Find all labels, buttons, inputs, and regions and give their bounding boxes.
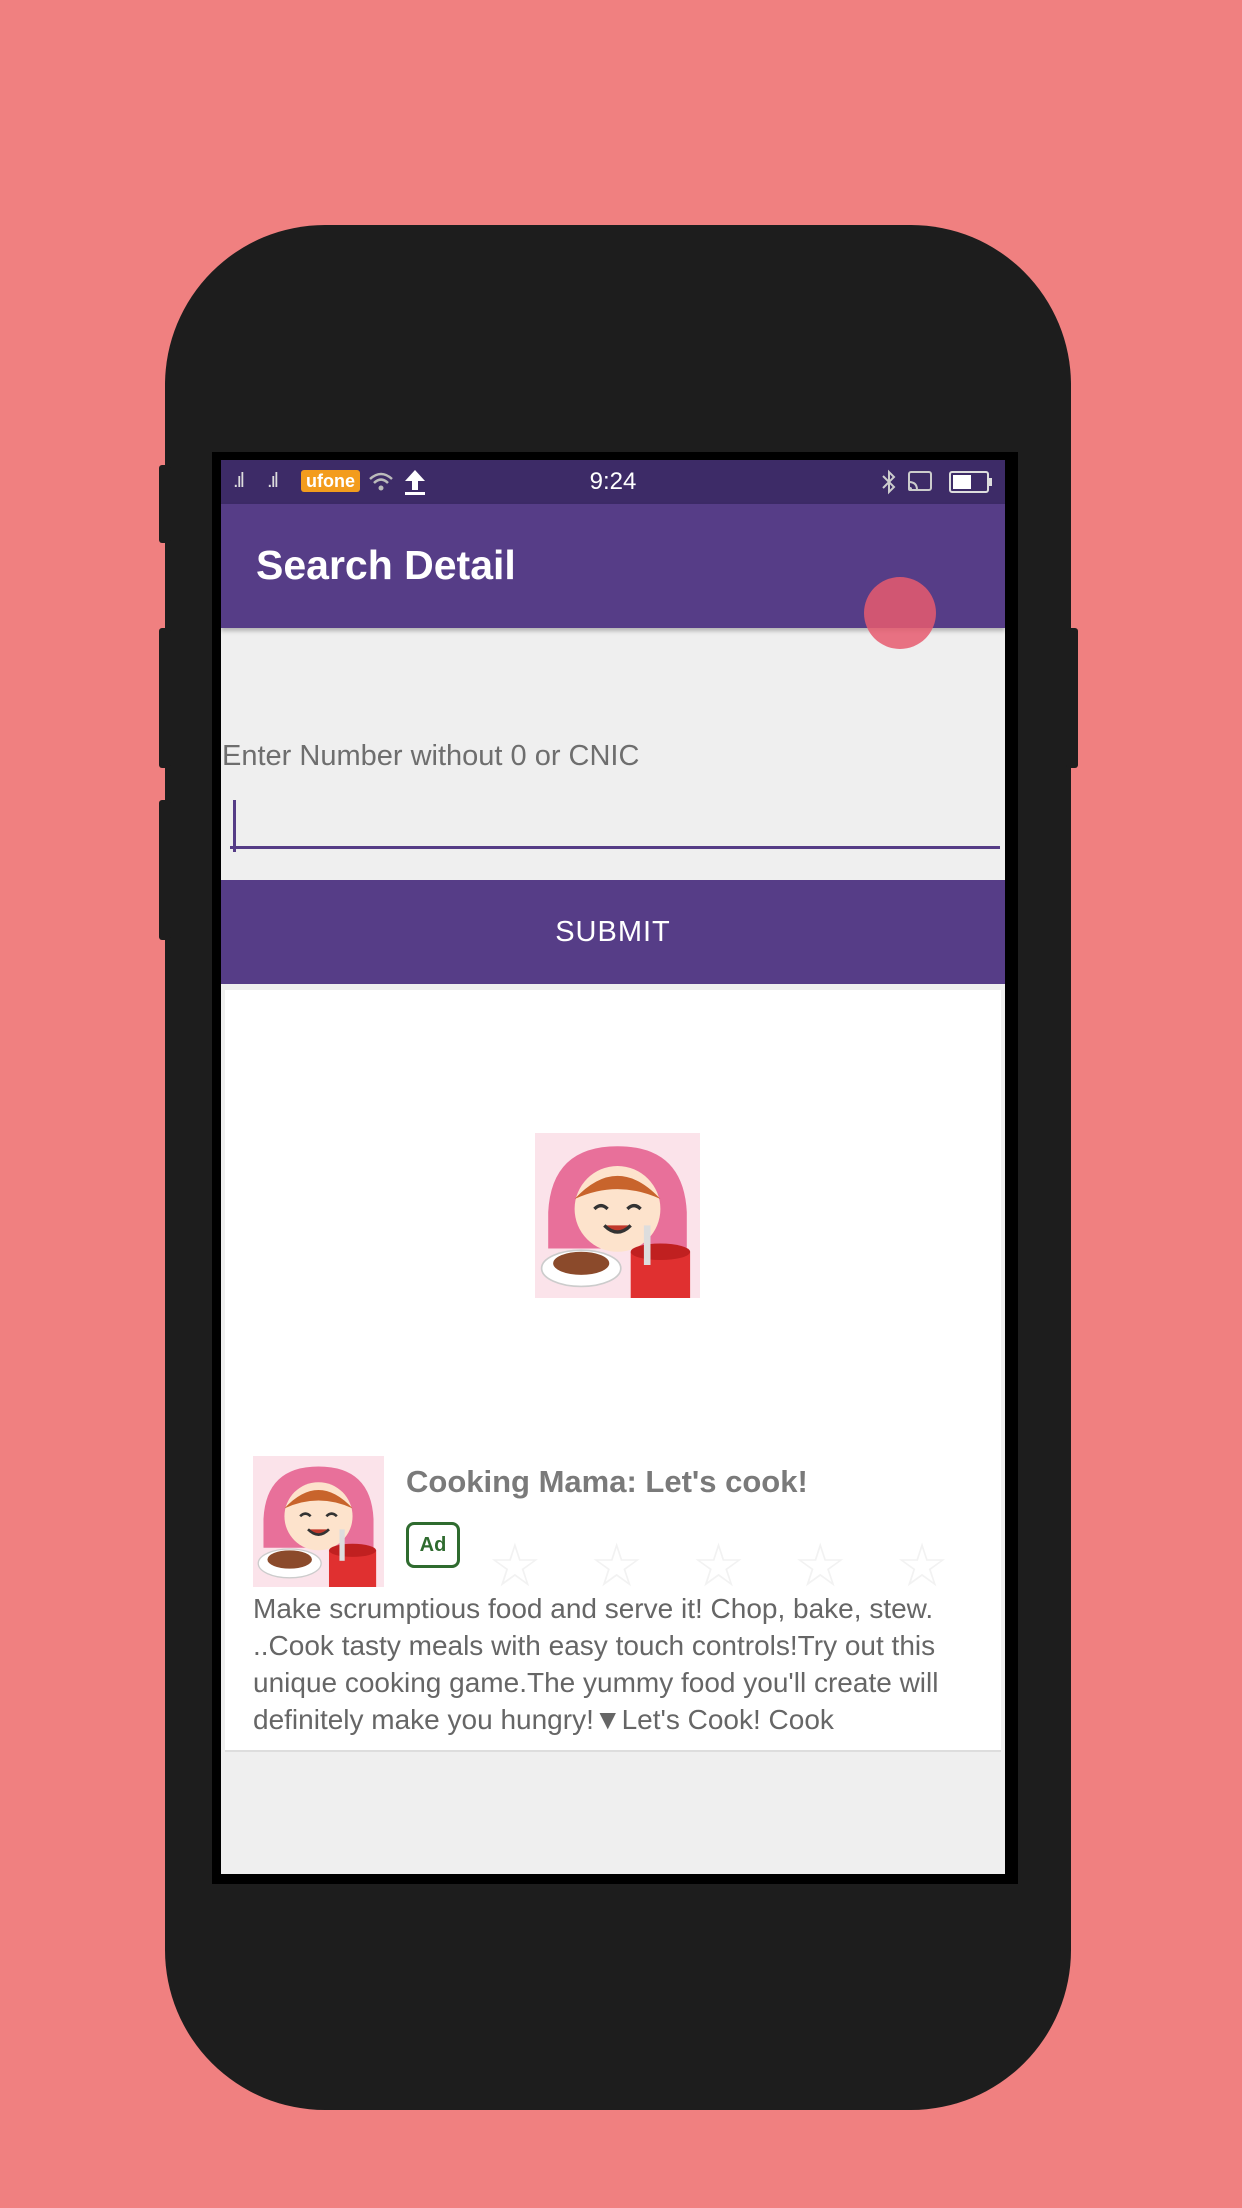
battery-icon — [949, 471, 992, 493]
submit-button[interactable]: SUBMIT — [221, 880, 1005, 984]
app-screen: .ıl .ıl ufone 9:24 Search Detail Enter N… — [221, 460, 1005, 1874]
cast-icon — [908, 471, 932, 491]
phone-side-button — [159, 800, 171, 940]
ad-title[interactable]: Cooking Mama: Let's cook! — [406, 1464, 808, 1500]
phone-side-button — [159, 465, 171, 543]
ad-badge: Ad — [406, 1522, 460, 1568]
ad-description: Make scrumptious food and serve it! Chop… — [253, 1593, 939, 1735]
phone-side-button — [1066, 628, 1078, 768]
status-bar: .ıl .ıl ufone 9:24 — [221, 460, 1005, 504]
page-title: Search Detail — [256, 542, 516, 588]
text-cursor — [233, 800, 236, 852]
touch-ripple — [864, 577, 936, 649]
number-cnic-input[interactable] — [230, 788, 1000, 849]
phone-side-button — [159, 628, 171, 768]
ad-app-icon[interactable] — [253, 1456, 384, 1587]
input-label: Enter Number without 0 or CNIC — [222, 740, 640, 772]
ad-card[interactable]: Cooking Mama: Let's cook! Ad ☆☆☆☆☆ Make … — [225, 990, 1001, 1752]
bluetooth-icon — [882, 469, 896, 495]
ad-banner-image[interactable] — [535, 1133, 700, 1298]
